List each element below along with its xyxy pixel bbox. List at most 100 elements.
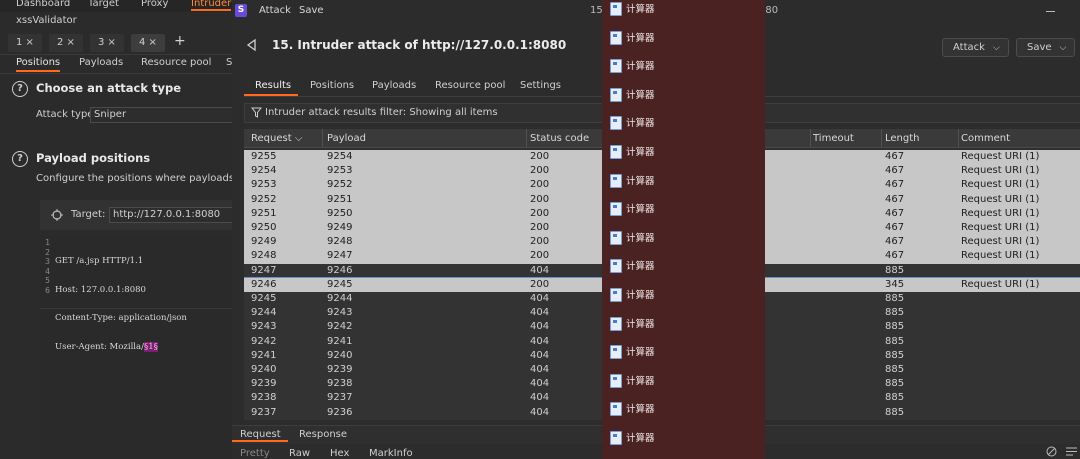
calculator-item[interactable]: 计算器 [602,337,765,366]
view-raw[interactable]: Raw [289,448,310,459]
minimize-icon[interactable] [1046,11,1055,12]
attack-tab-4[interactable]: 4 × [131,34,165,52]
request-code[interactable]: GET /a.jsp HTTP/1.1 Host: 127.0.0.1:8080… [55,238,187,371]
payload-positions-description: Configure the positions where payloads w… [36,173,264,184]
attack-tab-1[interactable]: 1 × [8,34,42,52]
calculator-item[interactable]: 计算器 [602,280,765,309]
attack-tab-3[interactable]: 3 × [90,34,124,52]
calculator-label: 计算器 [626,232,655,244]
column-divider[interactable] [810,129,811,147]
view-pretty[interactable]: Pretty [240,448,270,459]
attack-button-label: Attack [953,42,985,53]
attack-type-label: Attack type: [36,109,97,120]
back-arrow-icon[interactable] [244,37,260,53]
tab-results[interactable]: Results [255,80,291,91]
calculator-item[interactable]: 计算器 [602,394,765,423]
attack-type-select[interactable]: Sniper [90,107,234,123]
calculator-icon [610,30,622,45]
calculator-label: 计算器 [626,347,655,359]
cell-length: 885 [885,349,905,361]
col-timeout[interactable]: Timeout [813,133,854,144]
nav-proxy[interactable]: Proxy [141,0,168,9]
calculator-item[interactable]: 计算器 [602,251,765,280]
view-hex[interactable]: Hex [330,448,349,459]
calculator-item[interactable]: 计算器 [602,51,765,80]
calculator-item[interactable]: 计算器 [602,223,765,252]
burp-logo-icon: S [235,4,247,17]
calculator-label: 计算器 [626,318,655,330]
calculator-label: 计算器 [626,32,655,44]
cell-comment: Request URI (1) [961,151,1040,162]
tab-positions[interactable]: Positions [16,57,61,72]
tab-payloads[interactable]: Payloads [372,80,416,91]
nav-dashboard[interactable]: Dashboard [16,0,70,9]
col-payload[interactable]: Payload [327,133,366,144]
calculator-item[interactable]: 计算器 [602,23,765,52]
cell-request: 9243 [251,321,277,333]
col-comment[interactable]: Comment [961,133,1010,144]
tab-resource-pool[interactable]: Resource pool [141,57,211,68]
cell-status: 404 [530,406,550,418]
add-tab-button[interactable]: + [174,33,186,49]
cell-comment: Request URI (1) [961,179,1040,191]
cell-status: 200 [530,193,550,205]
menu-attack[interactable]: Attack [259,5,291,16]
column-divider[interactable] [322,129,323,147]
code-line: User-Agent: Mozilla/§1§ [55,341,187,353]
line-number: 3 [45,257,50,266]
payload-marker[interactable]: §1§ [143,341,158,352]
calculator-item[interactable]: 计算器 [602,166,765,195]
cell-request: 9249 [251,236,277,248]
calculator-icon [610,259,622,274]
view-markinfo[interactable]: MarkInfo [369,448,413,459]
cell-status: 404 [530,378,550,390]
calculator-item[interactable]: 计算器 [602,366,765,395]
nav-target[interactable]: Target [88,0,119,9]
cell-request: 9252 [251,193,277,205]
help-icon[interactable]: ? [12,151,28,167]
calculator-item[interactable]: 计算器 [602,309,765,338]
calculator-item[interactable]: 计算器 [602,423,765,452]
column-divider[interactable] [881,129,882,147]
tab-positions[interactable]: Positions [310,80,354,91]
col-request[interactable]: Request ⌵ [251,133,302,144]
section-tabs: Positions Payloads Resource pool S [0,55,232,74]
calculator-item[interactable]: 计算器 [602,137,765,166]
nav-intruder[interactable]: Intruder [191,0,232,11]
attack-tab-2[interactable]: 2 × [49,34,83,52]
code-line: Host: 127.0.0.1:8080 [55,284,146,295]
calculator-item[interactable]: 计算器 [602,80,765,109]
calculator-item[interactable]: 计算器 [602,194,765,223]
cell-payload: 9239 [327,364,353,375]
line-number: 1 [45,238,50,247]
column-divider[interactable] [958,129,959,147]
calculator-item[interactable]: 计算器 [602,0,765,23]
save-menu-button[interactable]: Save ⌵ [1016,38,1076,57]
column-divider[interactable] [526,129,527,147]
subtab-xssvalidator[interactable]: xssValidator [16,15,77,26]
no-wrap-icon[interactable] [1045,446,1058,457]
calculator-icon [610,59,622,74]
tab-payloads[interactable]: Payloads [79,57,123,68]
tab-settings[interactable]: Settings [520,80,561,91]
calculator-item[interactable]: 计算器 [602,108,765,137]
cell-status: 200 [530,165,550,177]
wrap-lines-icon[interactable] [1065,446,1078,457]
attack-menu-button[interactable]: Attack ⌵ [942,38,1009,57]
col-status-code[interactable]: Status code [530,133,589,144]
calculator-label: 计算器 [626,204,655,216]
crosshair-icon [51,209,63,221]
cell-length: 885 [885,321,905,333]
col-length[interactable]: Length [885,133,920,144]
calculator-label: 计算器 [626,147,655,158]
cell-status: 200 [530,236,550,248]
tab-response[interactable]: Response [299,429,347,440]
target-input[interactable]: http://127.0.0.1:8080 [109,207,234,223]
help-icon[interactable]: ? [12,81,28,97]
cell-request: 9253 [251,179,277,191]
tab-resource-pool[interactable]: Resource pool [435,80,505,91]
cell-payload: 9248 [327,236,353,248]
intruder-window: Dashboard Target Proxy Intruder xssValid… [0,0,263,459]
menu-save[interactable]: Save [299,5,324,16]
tab-request[interactable]: Request [240,429,281,440]
